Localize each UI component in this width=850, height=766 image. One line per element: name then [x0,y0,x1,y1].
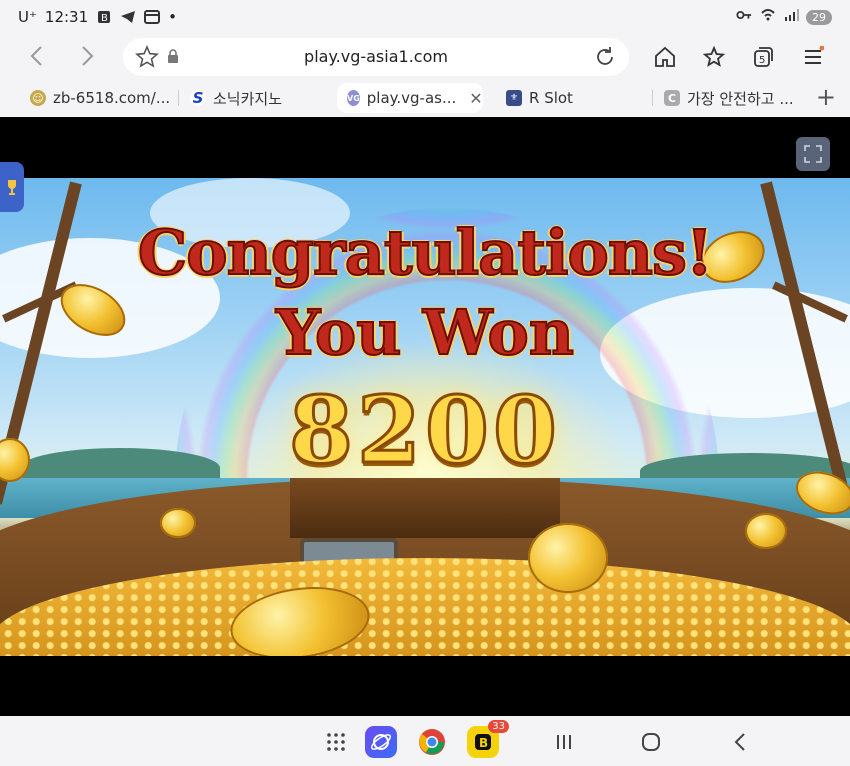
tab-label: 소닉카지노 [213,89,283,108]
samsung-internet-app[interactable] [365,726,397,758]
you-won-title: You Won [275,295,575,370]
tab-label: play.vg-as... [366,89,457,107]
congratulations-title: Congratulations! [137,215,714,290]
tab-divider [178,90,179,106]
chrome-app[interactable] [416,726,448,758]
notification-badge: 33 [488,720,509,733]
carrier-label: U⁺ [18,8,37,26]
chrome-icon [419,729,445,755]
wifi-icon [761,9,775,21]
svg-text:B: B [479,736,488,750]
tab-label: 가장 안전하고 ... [687,89,794,108]
close-tab-icon[interactable]: ✕ [469,89,482,108]
s-favicon-icon: S [190,89,206,107]
app-drawer-button[interactable] [320,726,352,758]
tab-strip: ☺ zb-6518.com/... S 소닉카지노 VG play.vg-as.… [0,80,850,116]
reload-icon[interactable] [593,45,617,69]
flying-coin [745,513,787,549]
game-viewport[interactable]: Congratulations! You Won 8200 [0,117,850,716]
tab-zb[interactable]: ☺ zb-6518.com/... [30,83,170,113]
c-favicon-icon: C [664,90,680,106]
svg-text:B: B [101,13,108,24]
menu-button[interactable] [798,42,828,72]
signal-icon [785,9,799,21]
forward-button[interactable] [72,40,104,72]
notification-b-icon: B [98,11,111,24]
expand-icon [804,145,822,163]
back-arrow-icon [734,733,745,751]
browser-notification-icon [144,10,161,24]
grid-icon [327,733,345,751]
url-text: play.vg-asia1.com [304,47,448,66]
fullscreen-button[interactable] [796,137,830,171]
address-bar[interactable]: play.vg-asia1.com [123,38,629,76]
tab-safe-site[interactable]: C 가장 안전하고 ... [664,83,794,113]
status-bar: U⁺ 12:31 B • 29 [0,0,850,34]
home-nav-button[interactable] [635,726,667,758]
tabs-icon: 5 [754,47,773,67]
tab-label: zb-6518.com/... [53,89,171,107]
bookmarks-star-icon [703,46,726,67]
win-amount: 8200 [287,375,562,486]
tab-divider [652,90,653,106]
system-navigation-bar: B 33 [0,716,850,766]
side-panel-tab[interactable] [0,162,24,212]
home-circle-icon [642,733,660,751]
bookmarks-button[interactable] [700,42,730,72]
recent-apps-button[interactable] [548,726,580,758]
home-button[interactable] [650,42,680,72]
back-nav-button[interactable] [724,726,756,758]
recent-apps-icon [557,735,571,749]
chevron-right-icon [82,46,94,66]
telegram-icon [121,11,136,23]
trophy-icon [8,180,16,195]
chevron-left-icon [30,46,42,66]
zb-favicon-icon: ☺ [30,90,46,106]
win-celebration-scene: Congratulations! You Won 8200 [0,178,850,656]
more-notifications-dot: • [168,8,177,26]
tab-label: R Slot [529,89,573,107]
planet-icon [370,734,392,750]
home-icon [655,46,675,67]
r-slot-favicon-icon: ⚜ [506,90,522,106]
b-logo-icon: B [475,734,491,750]
skull-coin [528,523,608,593]
new-tab-button[interactable]: + [816,83,836,111]
key-icon [736,11,752,19]
tab-count: 5 [759,55,765,66]
vg-favicon-icon: VG [347,90,360,106]
browser-toolbar: play.vg-asia1.com 5 [0,34,850,80]
ship-deck [290,478,560,538]
hamburger-menu-icon [805,46,824,64]
tab-sonic-casino[interactable]: S 소닉카지노 [190,83,282,113]
clock: 12:31 [44,8,89,26]
tabs-button[interactable]: 5 [748,42,778,72]
flying-coin [160,508,196,538]
back-button[interactable] [20,40,52,72]
b-app[interactable]: B 33 [467,720,509,758]
battery-indicator: 29 [806,10,832,25]
tab-r-slot[interactable]: ⚜ R Slot [506,83,573,113]
tab-play-vg[interactable]: VG play.vg-as... ✕ [337,83,483,113]
